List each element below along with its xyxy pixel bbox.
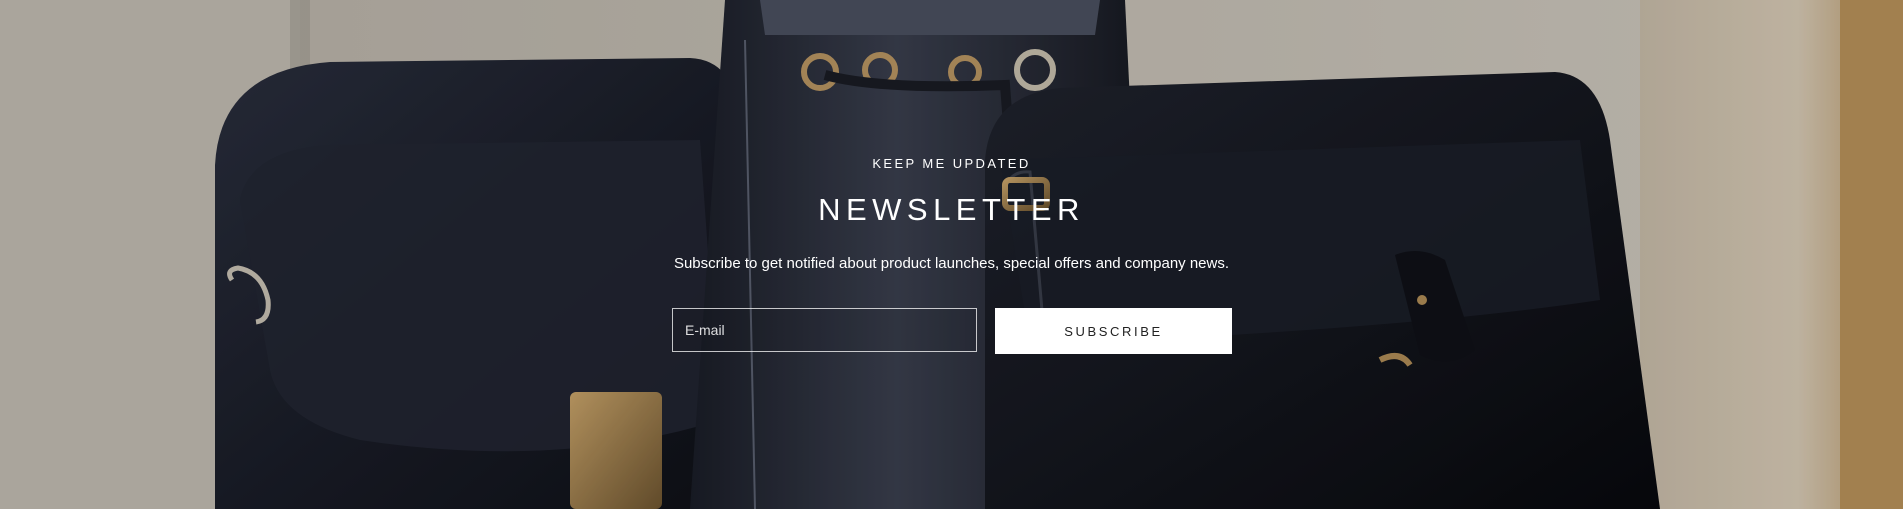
newsletter-eyebrow: KEEP ME UPDATED: [872, 156, 1031, 171]
email-input[interactable]: [672, 308, 977, 352]
newsletter-content: KEEP ME UPDATED NEWSLETTER Subscribe to …: [0, 0, 1903, 509]
newsletter-banner: KEEP ME UPDATED NEWSLETTER Subscribe to …: [0, 0, 1903, 509]
newsletter-description: Subscribe to get notified about product …: [673, 255, 1230, 272]
newsletter-title: NEWSLETTER: [818, 192, 1085, 227]
newsletter-form: SUBSCRIBE: [672, 308, 1232, 354]
subscribe-button[interactable]: SUBSCRIBE: [995, 308, 1232, 354]
